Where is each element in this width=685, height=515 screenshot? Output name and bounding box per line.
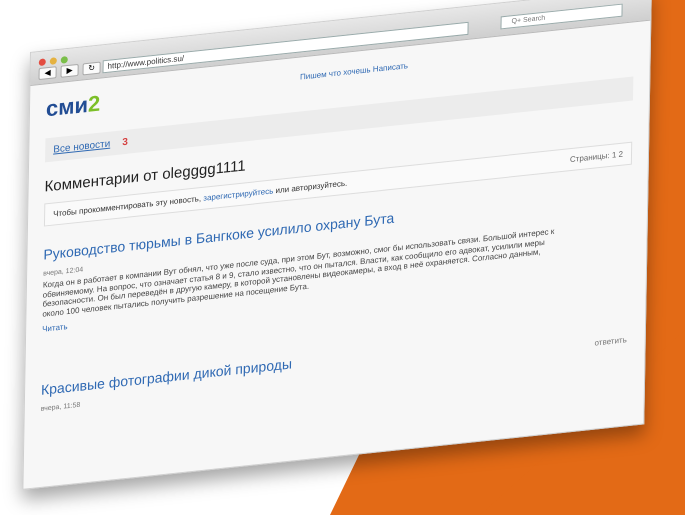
zoom-icon[interactable] xyxy=(60,56,68,64)
logo-accent: 2 xyxy=(87,90,101,117)
logo-text: сми xyxy=(45,91,89,122)
reload-icon[interactable]: ↻ xyxy=(82,61,101,76)
minimize-icon[interactable] xyxy=(49,57,57,65)
post-item: Красивые фотографии дикой природы вчера,… xyxy=(41,320,629,413)
browser-window: ◀ ▶ ↻ http://www.politics.su/ Q+ Search … xyxy=(22,0,652,490)
forward-icon[interactable]: ▶ xyxy=(60,63,79,78)
page-content: сми2 Пишем что хочешь Написать Все новос… xyxy=(24,21,650,430)
register-link[interactable]: зарегистрируйтесь xyxy=(203,186,273,202)
rss-badge[interactable]: 3 xyxy=(122,136,128,148)
back-icon[interactable]: ◀ xyxy=(38,66,57,81)
pagination[interactable]: Страницы: 1 2 xyxy=(570,150,623,165)
all-news-link[interactable]: Все новости xyxy=(53,138,110,155)
close-icon[interactable] xyxy=(38,58,46,67)
